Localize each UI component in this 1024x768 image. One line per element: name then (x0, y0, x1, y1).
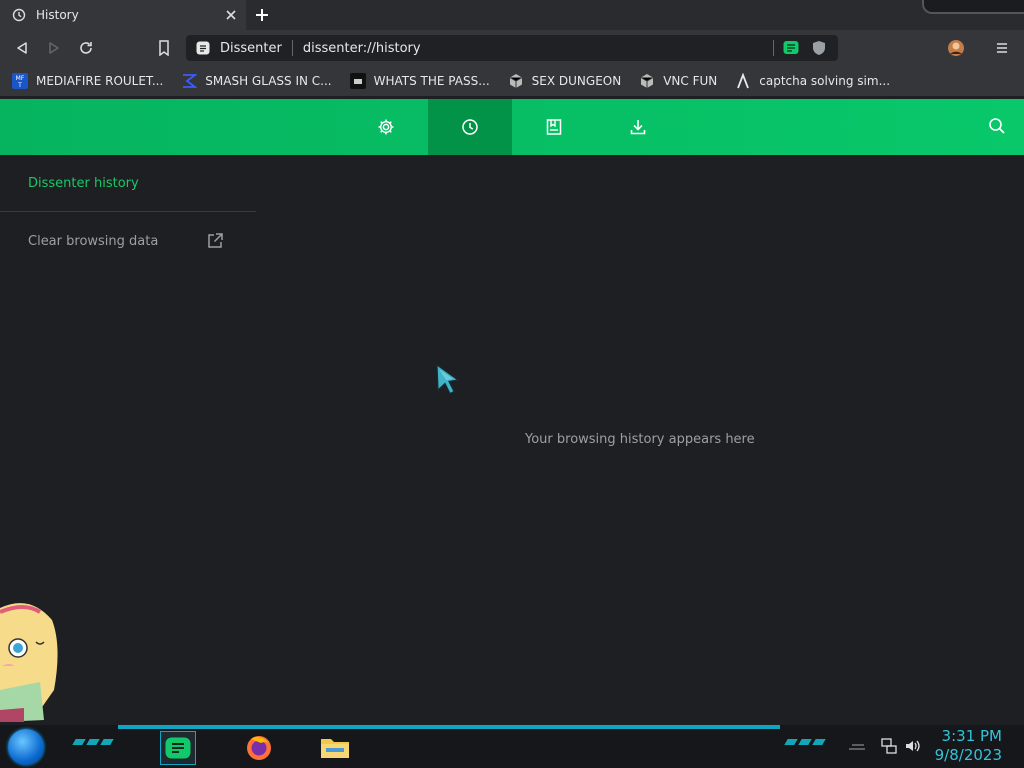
app-header (0, 99, 1024, 155)
cube-icon (639, 73, 655, 89)
address-bar[interactable]: Dissenter dissenter://history (186, 35, 838, 61)
menu-button[interactable] (992, 38, 1012, 58)
sigma-icon (181, 73, 198, 89)
sidebar-title[interactable]: Dissenter history (28, 176, 139, 191)
nav-settings[interactable] (344, 99, 428, 155)
bookmark-label: SEX DUNGEON (531, 74, 622, 88)
bookmark-item[interactable]: MF T MEDIAFIRE ROULET... (12, 73, 163, 89)
tab-history[interactable]: History (0, 0, 246, 30)
settings-icon (378, 119, 394, 135)
bookmarks-icon (546, 119, 562, 135)
url-text[interactable]: dissenter://history (303, 41, 773, 56)
divider (0, 211, 256, 212)
separator (291, 40, 293, 56)
separator (773, 40, 774, 56)
mediafire-icon: MF T (12, 73, 28, 89)
taskbar-app-firefox[interactable] (242, 731, 276, 763)
back-button[interactable] (12, 38, 32, 58)
file-explorer-icon (321, 739, 349, 758)
system-clock[interactable]: 3:31 PM 9/8/2023 (922, 727, 1002, 765)
dissenter-site-icon (196, 41, 210, 55)
empty-history-message: Your browsing history appears here (525, 432, 755, 447)
firefox-icon (247, 736, 271, 760)
back-icon (17, 42, 27, 54)
new-tab-button[interactable] (252, 5, 272, 25)
menu-icon (997, 43, 1007, 53)
browser-toolbar: Dissenter dissenter://history (0, 30, 1024, 66)
nav-downloads[interactable] (596, 99, 680, 155)
cube-icon (508, 73, 524, 89)
taskbar-accent (118, 725, 780, 729)
main-content: Dissenter history Clear browsing data Yo… (0, 155, 1024, 725)
bookmark-item[interactable]: VNC FUN (639, 73, 717, 89)
taskbar-app-file-explorer[interactable] (318, 731, 352, 763)
forward-icon (49, 42, 59, 54)
decoration (784, 739, 826, 747)
close-icon[interactable] (224, 8, 238, 22)
forward-button[interactable] (44, 38, 64, 58)
site-name: Dissenter (220, 40, 282, 56)
lambda-icon (735, 73, 751, 89)
bookmarks-bar: MF T MEDIAFIRE ROULET... SMASH GLASS IN C… (0, 66, 1024, 96)
taskbar-app-dissenter[interactable] (160, 731, 196, 765)
bookmark-item[interactable]: SMASH GLASS IN C... (181, 73, 332, 89)
bookmark-label: SMASH GLASS IN C... (205, 74, 332, 88)
desktop-mascot-icon (0, 603, 58, 722)
bookmark-label: WHATS THE PASS... (373, 74, 490, 88)
mouse-cursor-icon (436, 364, 460, 395)
bookmark-label: VNC FUN (663, 74, 718, 88)
search-button[interactable] (988, 117, 1008, 137)
svg-text:MF: MF (16, 75, 25, 82)
bookmark-label: MEDIAFIRE ROULET... (36, 74, 164, 88)
clock-time: 3:31 PM (941, 727, 1002, 745)
external-link-icon (206, 232, 224, 250)
bookmark-item[interactable]: captcha solving sim... (735, 73, 890, 89)
volume-icon[interactable] (904, 737, 922, 755)
history-icon (462, 119, 478, 135)
bookmark-item[interactable]: SEX DUNGEON (508, 73, 622, 89)
bookmark-button[interactable] (154, 38, 174, 58)
window-controls[interactable] (922, 0, 1024, 14)
reload-button[interactable] (76, 38, 96, 58)
bookmark-item[interactable]: WHATS THE PASS... (349, 73, 490, 89)
dissenter-comments-icon[interactable] (782, 39, 800, 57)
nav-history[interactable] (428, 99, 512, 155)
dissenter-icon (165, 737, 191, 759)
svg-text:T: T (17, 82, 22, 89)
shield-icon[interactable] (810, 39, 828, 57)
taskbar: 3:31 PM 9/8/2023 (0, 725, 1024, 768)
site-icon (349, 73, 366, 89)
tab-bar: History (0, 0, 1024, 30)
network-icon[interactable] (880, 737, 898, 755)
history-icon (12, 8, 26, 22)
reload-icon (80, 42, 92, 54)
tab-title: History (36, 8, 79, 22)
decoration (72, 739, 114, 747)
bookmark-label: captcha solving sim... (759, 74, 891, 88)
nav-bookmarks[interactable] (512, 99, 596, 155)
avatar[interactable] (946, 38, 966, 58)
clock-date: 9/8/2023 (934, 746, 1002, 764)
clear-browsing-data-label: Clear browsing data (28, 233, 159, 249)
downloads-icon (630, 120, 646, 135)
bookmark-icon (159, 40, 169, 56)
start-button[interactable] (8, 729, 44, 765)
show-hidden-icons-icon[interactable] (848, 737, 866, 755)
search-icon (989, 118, 1005, 134)
clear-browsing-data-link[interactable]: Clear browsing data (28, 231, 224, 251)
